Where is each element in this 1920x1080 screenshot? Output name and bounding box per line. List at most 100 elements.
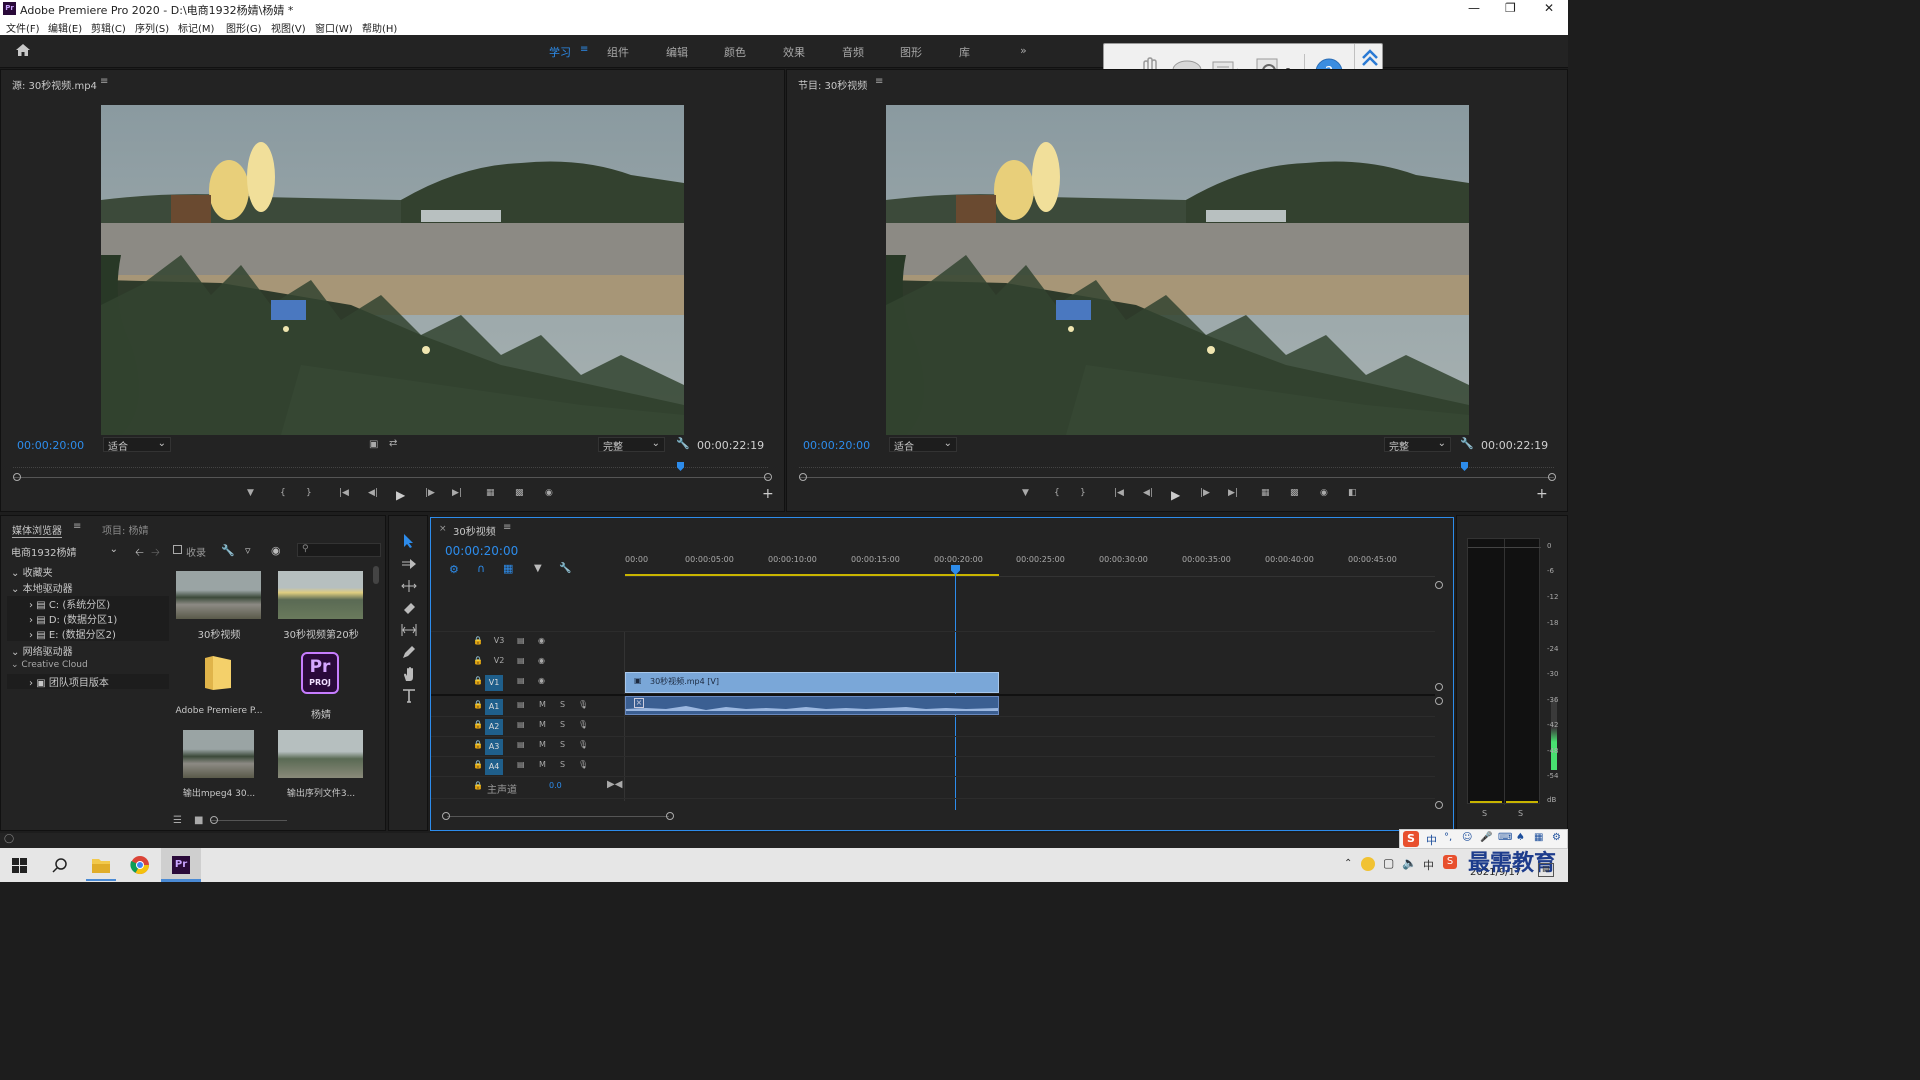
source-monitor-title[interactable]: 源: 30秒视频.mp4 xyxy=(12,77,97,92)
toggle-sync-icon[interactable]: ▤ xyxy=(517,760,525,769)
toggle-sync-icon[interactable]: ▤ xyxy=(517,740,525,749)
add-button-icon[interactable]: + xyxy=(1536,486,1548,502)
back-arrow-icon[interactable]: 🡠 xyxy=(135,544,144,563)
filter-icon[interactable]: ▿ xyxy=(245,544,251,557)
step-forward-icon[interactable]: |▶ xyxy=(1200,488,1210,498)
view-icon[interactable]: ◉ xyxy=(271,544,281,557)
go-to-in-icon[interactable]: |◀ xyxy=(339,488,349,498)
premiere-project-icon[interactable]: Pr PROJ xyxy=(301,652,339,694)
sogou-logo-icon[interactable]: S xyxy=(1403,831,1419,847)
go-to-out-icon[interactable]: ▶| xyxy=(1228,488,1238,498)
search-icon[interactable] xyxy=(52,857,68,873)
selection-tool-icon[interactable] xyxy=(401,533,417,549)
media-thumb-30s-video-20s[interactable] xyxy=(278,571,363,619)
media-thumb-sequence-output[interactable] xyxy=(278,730,363,778)
workspace-tab-editing[interactable]: 编辑 xyxy=(666,44,688,60)
ime-mode-label[interactable]: 中 xyxy=(1423,857,1434,873)
notification-icon[interactable]: ▤ xyxy=(1538,863,1554,877)
tree-item-drive-c[interactable]: › ▤ C: (系统分区) xyxy=(29,596,110,611)
play-icon[interactable]: ▶ xyxy=(1171,488,1180,502)
minimize-icon[interactable]: — xyxy=(1468,1,1480,15)
taskbar-premiere-active[interactable]: Pr xyxy=(161,848,201,882)
mute-button[interactable]: M xyxy=(539,760,546,769)
microphone-icon[interactable]: 🎙 xyxy=(578,700,588,709)
track-target-a2[interactable]: A2 xyxy=(485,719,503,735)
lift-icon[interactable]: ▦ xyxy=(1261,488,1270,498)
menu-edit[interactable]: 编辑(E) xyxy=(48,20,82,35)
voice-icon[interactable]: 🎤 xyxy=(1480,832,1492,843)
skin-icon[interactable]: ♠ xyxy=(1516,832,1525,843)
ripple-edit-icon[interactable] xyxy=(401,578,417,594)
razor-icon[interactable] xyxy=(401,600,417,616)
mute-button[interactable]: M xyxy=(539,700,546,709)
hand-icon[interactable] xyxy=(401,666,417,682)
list-view-icon[interactable]: ☰ xyxy=(173,815,182,826)
sogou-icon[interactable]: S xyxy=(1443,855,1457,869)
restore-icon[interactable]: ❐ xyxy=(1505,1,1516,15)
mark-in-icon[interactable]: { xyxy=(280,488,286,498)
network-icon[interactable]: ▢ xyxy=(1383,856,1394,870)
tree-item-local-drives[interactable]: ⌄ 本地驱动器 xyxy=(11,580,73,595)
track-label[interactable]: V3 xyxy=(491,636,507,645)
menu-graphics[interactable]: 图形(G) xyxy=(226,20,262,35)
vertical-zoom-handle[interactable] xyxy=(1435,683,1443,691)
lock-icon[interactable]: 🔒 xyxy=(473,656,483,665)
program-monitor-title[interactable]: 节目: 30秒视频 xyxy=(798,77,867,92)
wrench-icon[interactable]: 🔧 xyxy=(221,544,235,557)
export-frame-icon[interactable]: ◉ xyxy=(545,488,553,498)
lock-icon[interactable]: 🔒 xyxy=(473,676,483,685)
ime-settings-icon[interactable]: ⚙ xyxy=(1552,832,1561,843)
project-tab[interactable]: 项目: 杨婧 xyxy=(102,522,149,537)
source-zoom-bar[interactable] xyxy=(13,477,770,478)
wrench-icon[interactable]: 🔧 xyxy=(559,563,571,574)
overwrite-icon[interactable]: ▩ xyxy=(515,488,524,498)
add-marker-icon[interactable]: ▼ xyxy=(534,563,542,574)
source-timecode[interactable]: 00:00:20:00 xyxy=(17,439,84,452)
play-icon[interactable]: ▶ xyxy=(396,488,405,502)
tray-expand-icon[interactable]: ⌃ xyxy=(1344,858,1352,869)
meter-solo-left[interactable]: S xyxy=(1482,809,1487,818)
home-icon[interactable] xyxy=(15,43,31,57)
source-video-frame[interactable] xyxy=(101,105,684,435)
linked-selection-icon[interactable]: ▦ xyxy=(503,562,513,575)
menu-marker[interactable]: 标记(M) xyxy=(178,20,214,35)
program-video-frame[interactable] xyxy=(886,105,1469,435)
audio-clip[interactable]: × xyxy=(625,696,999,715)
menu-help[interactable]: 帮助(H) xyxy=(362,20,397,35)
menu-clip[interactable]: 剪辑(C) xyxy=(91,20,126,35)
workspace-tab-effects[interactable]: 效果 xyxy=(783,44,805,60)
microphone-icon[interactable]: 🎙 xyxy=(578,740,588,749)
marker-icon[interactable]: ▼ xyxy=(1022,488,1029,498)
vertical-zoom-handle[interactable] xyxy=(1435,581,1443,589)
program-quality-dropdown[interactable]: 完整 ⌄ xyxy=(1384,437,1451,453)
slip-icon[interactable] xyxy=(400,622,418,638)
timeline-ruler[interactable]: 00:00 00:00:05:00 00:00:10:00 00:00:15:0… xyxy=(625,555,1435,573)
lock-icon[interactable]: 🔒 xyxy=(473,781,483,790)
workspace-tab-libraries[interactable]: 库 xyxy=(959,44,970,60)
mark-out-icon[interactable]: } xyxy=(306,488,312,498)
ime-language[interactable]: 中 xyxy=(1426,832,1437,848)
toggle-sync-icon[interactable]: ▤ xyxy=(517,636,525,645)
menu-sequence[interactable]: 序列(S) xyxy=(135,20,169,35)
zoom-handle-right[interactable] xyxy=(764,473,772,481)
source-fit-dropdown[interactable]: 适合 ⌄ xyxy=(103,437,171,453)
workspace-tab-assembly[interactable]: 组件 xyxy=(607,44,629,60)
wrench-icon[interactable]: 🔧 xyxy=(1460,437,1474,450)
toggle-sync-icon[interactable]: ▤ xyxy=(517,676,525,685)
track-target-a3[interactable]: A3 xyxy=(485,739,503,755)
punctuation-icon[interactable]: °, xyxy=(1444,832,1452,843)
thumbnail-size-slider[interactable] xyxy=(211,820,287,821)
tree-item-network[interactable]: ⌄ 网络驱动器 xyxy=(11,643,73,658)
search-input[interactable]: ⚲ xyxy=(297,543,381,557)
track-target-v1[interactable]: V1 xyxy=(485,675,503,691)
zoom-handle-left[interactable] xyxy=(799,473,807,481)
scroll-handle-left[interactable] xyxy=(442,812,450,820)
snap-icon[interactable]: ∩ xyxy=(477,562,485,575)
track-select-icon[interactable] xyxy=(401,556,417,572)
workspace-menu-icon[interactable]: ≡ xyxy=(580,44,588,55)
zoom-handle-right[interactable] xyxy=(1548,473,1556,481)
volume-icon[interactable]: 🔈 xyxy=(1402,856,1417,870)
solo-button[interactable]: S xyxy=(560,740,565,749)
source-quality-dropdown[interactable]: 完整 ⌄ xyxy=(598,437,665,453)
source-time-ruler[interactable] xyxy=(13,467,768,470)
